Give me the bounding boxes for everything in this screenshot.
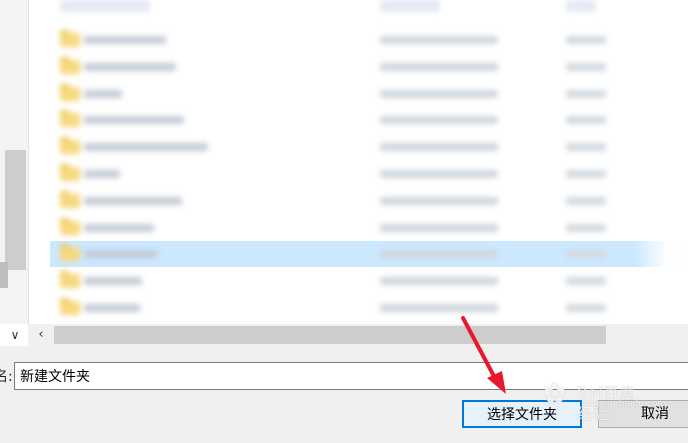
column-header-row <box>50 0 688 14</box>
chevron-down-icon[interactable]: ∨ <box>6 326 24 344</box>
file-date <box>380 196 498 205</box>
file-name <box>84 89 122 98</box>
file-row[interactable] <box>50 295 688 321</box>
file-date <box>380 277 498 286</box>
file-row-selected[interactable] <box>50 241 688 268</box>
folder-name-input[interactable] <box>14 362 688 390</box>
file-date <box>380 36 498 44</box>
column-header-name[interactable] <box>60 0 150 12</box>
file-name <box>84 223 154 232</box>
file-list <box>50 0 688 324</box>
file-name <box>84 62 176 71</box>
file-type <box>566 62 606 71</box>
cancel-button[interactable]: 取消 <box>598 400 688 428</box>
column-header-date[interactable] <box>380 0 440 12</box>
file-date <box>380 250 498 259</box>
file-row[interactable] <box>50 54 688 80</box>
folder-icon <box>60 137 80 155</box>
row-content <box>50 134 688 160</box>
row-content <box>50 268 688 294</box>
navigation-pane <box>0 0 29 324</box>
file-name <box>84 277 142 286</box>
file-date <box>380 304 498 312</box>
file-type <box>566 250 606 259</box>
file-date <box>380 170 498 178</box>
folder-name-label-text: 名: <box>0 369 13 385</box>
row-content <box>50 188 688 214</box>
file-row[interactable] <box>50 81 688 107</box>
select-folder-button[interactable]: 选择文件夹 <box>462 400 582 428</box>
nav-scrollbar-thumb[interactable] <box>5 150 26 270</box>
file-row[interactable] <box>50 134 688 160</box>
file-date <box>380 62 498 71</box>
row-content <box>50 161 688 187</box>
file-type <box>566 36 606 44</box>
dialog-footer: 名: 选择文件夹 取消 <box>0 346 688 443</box>
row-content <box>50 54 688 80</box>
chevron-left-icon[interactable]: ‹ <box>32 326 50 344</box>
file-date <box>380 116 498 125</box>
folder-icon <box>60 190 80 208</box>
file-type <box>566 116 606 125</box>
file-type <box>566 196 606 205</box>
column-header-type[interactable] <box>566 0 596 12</box>
file-row[interactable] <box>50 27 688 53</box>
folder-icon <box>60 83 80 101</box>
file-name <box>84 143 208 152</box>
folder-icon <box>60 298 80 315</box>
row-content <box>50 27 688 53</box>
file-name <box>84 196 182 205</box>
file-type <box>566 277 606 286</box>
folder-icon <box>60 164 80 181</box>
row-content <box>50 241 688 267</box>
file-name <box>84 170 120 178</box>
file-row[interactable] <box>50 161 688 187</box>
horizontal-scrollbar-thumb[interactable] <box>54 326 606 344</box>
file-type <box>566 170 606 178</box>
horizontal-scrollbar[interactable]: ‹ <box>28 324 688 346</box>
folder-icon <box>60 244 80 262</box>
file-name <box>84 36 166 44</box>
file-name <box>84 250 158 259</box>
file-type <box>566 89 606 98</box>
file-type <box>566 143 606 152</box>
folder-icon <box>60 56 80 74</box>
file-date <box>380 89 498 98</box>
folder-icon <box>60 110 80 128</box>
file-row[interactable] <box>50 188 688 214</box>
folder-icon <box>60 217 80 235</box>
row-content <box>50 81 688 107</box>
file-name <box>84 304 140 312</box>
row-content <box>50 295 688 321</box>
file-name <box>84 116 184 125</box>
row-content <box>50 215 688 241</box>
file-row[interactable] <box>50 268 688 294</box>
file-date <box>380 223 498 232</box>
folder-icon <box>60 271 80 289</box>
file-type <box>566 304 606 312</box>
folder-icon <box>60 30 80 47</box>
nav-scrollbar-notch <box>0 262 8 288</box>
file-type <box>566 223 606 232</box>
row-content <box>50 107 688 133</box>
file-row[interactable] <box>50 107 688 133</box>
file-row[interactable] <box>50 215 688 241</box>
file-date <box>380 143 498 152</box>
folder-name-label: 名: <box>0 368 14 386</box>
